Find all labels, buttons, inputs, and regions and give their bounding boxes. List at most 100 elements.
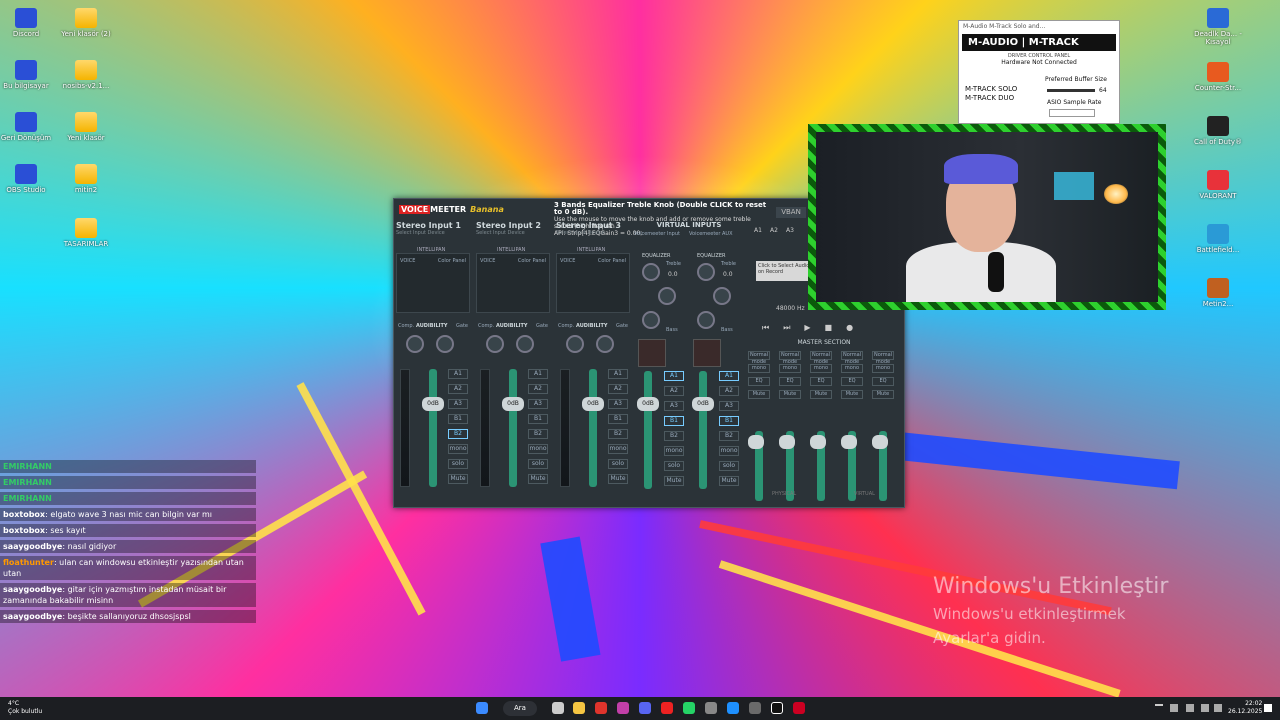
bus-button[interactable]: B1 [448, 414, 468, 424]
desktop-icon[interactable]: Bu bilgisayar [0, 60, 56, 90]
bus-button[interactable]: mono [664, 446, 684, 456]
bus-button[interactable]: B2 [608, 429, 628, 439]
bass-knob[interactable] [642, 311, 660, 329]
desktop-icon[interactable]: Yeni klasör (2) [56, 8, 116, 38]
bus-button[interactable]: A2 [664, 386, 684, 396]
bus-button[interactable]: A1 [528, 369, 548, 379]
bus-button[interactable]: A3 [608, 399, 628, 409]
start-icon[interactable] [476, 702, 488, 714]
master-button[interactable]: EQ [872, 377, 894, 386]
virtual-strip-title[interactable]: Voicemeeter Input [634, 231, 688, 237]
desktop-icon[interactable]: VALORANT [1188, 170, 1248, 200]
strip-title[interactable]: Stereo Input 2 [476, 221, 556, 230]
treble-knob[interactable] [642, 263, 660, 281]
instagram-icon[interactable] [617, 702, 629, 714]
bus-button[interactable]: A3 [719, 401, 739, 411]
fader-knob[interactable]: 0dB [637, 397, 659, 411]
strip-device[interactable]: Select Input Device [556, 230, 636, 236]
desktop-icon[interactable]: Battlefield... [1188, 224, 1248, 254]
bus-button[interactable]: Mute [528, 474, 548, 484]
bus-button[interactable]: mono [528, 444, 548, 454]
mtrack-control-panel[interactable]: M-Audio M-Track Solo and... M-AUDIO | M-… [958, 20, 1120, 124]
buffer-size-slider[interactable] [1047, 89, 1095, 92]
strip-title[interactable]: Stereo Input 3 [556, 221, 636, 230]
hw-output-button[interactable]: A1 [754, 227, 762, 234]
strip-device[interactable]: Select Input Device [476, 230, 556, 236]
bus-button[interactable]: solo [608, 459, 628, 469]
obs-icon[interactable] [705, 702, 717, 714]
bus-button[interactable]: B2 [448, 429, 468, 439]
desktop-icon[interactable]: nosibs-v2.1... [56, 60, 116, 90]
whatsapp-icon[interactable] [683, 702, 695, 714]
master-button[interactable]: Normal mode [748, 351, 770, 365]
comp-knob[interactable] [486, 335, 504, 353]
asio-rate-select[interactable] [1049, 109, 1095, 117]
fader-knob[interactable]: 0dB [502, 397, 524, 411]
comp-knob[interactable] [566, 335, 584, 353]
gate-knob[interactable] [436, 335, 454, 353]
bus-button[interactable]: A1 [448, 369, 468, 379]
desktop-icon[interactable]: Geri Dönüşüm [0, 112, 56, 142]
bus-button[interactable]: B1 [608, 414, 628, 424]
comp-knob[interactable] [406, 335, 424, 353]
desktop-icon[interactable]: OBS Studio [0, 164, 56, 194]
bus-button[interactable]: B1 [719, 416, 739, 426]
desktop-icon[interactable]: Discord [0, 8, 56, 38]
master-button[interactable]: Mute [810, 390, 832, 399]
bus-button[interactable]: A1 [719, 371, 739, 381]
master-button[interactable]: Normal mode [810, 351, 832, 365]
hw-output-button[interactable]: A2 [770, 227, 778, 234]
app-icon[interactable] [793, 702, 805, 714]
master-button[interactable]: EQ [810, 377, 832, 386]
fader-track[interactable] [699, 371, 707, 489]
master-button[interactable]: Mute [841, 390, 863, 399]
intellipan-pad[interactable]: INTELLIPAN VOICE Color Panel [476, 247, 550, 313]
mid-knob[interactable] [658, 287, 676, 305]
file-explorer-icon[interactable] [573, 702, 585, 714]
desktop-icon[interactable]: Deadlk Da... - Kısayol [1188, 8, 1248, 46]
master-button[interactable]: mono [810, 364, 832, 373]
master-button[interactable]: EQ [841, 377, 863, 386]
bus-button[interactable]: B1 [664, 416, 684, 426]
vban-button[interactable]: VBAN [776, 207, 806, 218]
master-button[interactable]: Mute [779, 390, 801, 399]
bus-button[interactable]: Mute [608, 474, 628, 484]
strip-device[interactable]: Select Input Device [396, 230, 476, 236]
taskbar-search[interactable]: Ara [503, 701, 537, 716]
master-button[interactable]: Mute [872, 390, 894, 399]
mid-knob[interactable] [713, 287, 731, 305]
master-fader-knob[interactable] [810, 435, 826, 449]
gate-knob[interactable] [516, 335, 534, 353]
tray-app-icon[interactable] [1186, 704, 1194, 712]
bus-button[interactable]: mono [608, 444, 628, 454]
weather-widget[interactable]: 4°C Çok bulutlu [8, 700, 42, 716]
strip-title[interactable]: Stereo Input 1 [396, 221, 476, 230]
master-fader-knob[interactable] [779, 435, 795, 449]
desktop-icon[interactable]: Counter-Str... [1188, 62, 1248, 92]
bus-button[interactable]: A2 [448, 384, 468, 394]
bus-button[interactable]: A2 [608, 384, 628, 394]
desktop-icon[interactable]: TASARIMLAR [56, 218, 116, 248]
steam-icon[interactable] [749, 702, 761, 714]
bus-button[interactable]: solo [528, 459, 548, 469]
tray-chevron-icon[interactable] [1155, 704, 1163, 712]
youtube-icon[interactable] [661, 702, 673, 714]
fader-knob[interactable]: 0dB [422, 397, 444, 411]
treble-knob[interactable] [697, 263, 715, 281]
bass-knob[interactable] [697, 311, 715, 329]
master-button[interactable]: Normal mode [841, 351, 863, 365]
master-button[interactable]: EQ [779, 377, 801, 386]
intellipan-pad[interactable]: INTELLIPAN VOICE Color Panel [396, 247, 470, 313]
bus-button[interactable]: solo [448, 459, 468, 469]
discord-icon[interactable] [639, 702, 651, 714]
desktop-icon[interactable]: mitin2 [56, 164, 116, 194]
pan-pad[interactable] [693, 339, 721, 367]
master-button[interactable]: mono [779, 364, 801, 373]
bus-button[interactable]: A1 [608, 369, 628, 379]
desktop-icon[interactable]: Metin2... [1188, 278, 1248, 308]
bus-button[interactable]: B2 [664, 431, 684, 441]
bus-button[interactable]: A3 [528, 399, 548, 409]
master-fader-knob[interactable] [841, 435, 857, 449]
task-view-icon[interactable] [552, 702, 564, 714]
chrome-icon[interactable] [595, 702, 607, 714]
